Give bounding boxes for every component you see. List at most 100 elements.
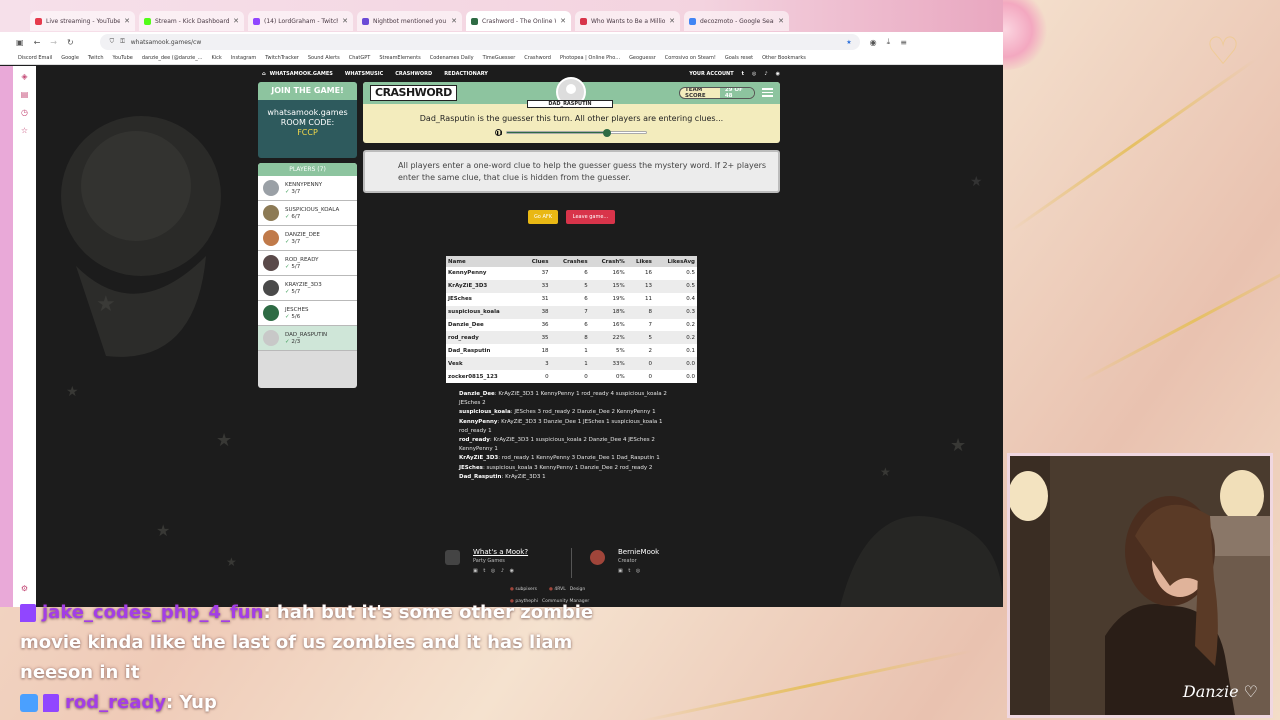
player-name: DANZIE_DEE (285, 231, 320, 238)
bookmark-item[interactable]: Corrosivo on Steam! (665, 55, 716, 61)
join-title: JOIN THE GAME! (258, 82, 357, 100)
social-icons[interactable]: ▣ t ◎ ♪ ◉ (473, 568, 516, 574)
bookmark-item[interactable]: Other Bookmarks (762, 55, 806, 61)
site-nav-link[interactable]: CRASHWORD (395, 71, 432, 77)
browser-tab[interactable]: Stream - Kick Dashboard ✕ (139, 11, 244, 31)
site-nav-link[interactable]: WHATSMUSIC (345, 71, 383, 77)
bookmark-item[interactable]: StreamElements (379, 55, 420, 61)
bookmark-item[interactable]: Kick (211, 55, 221, 61)
pause-icon[interactable]: ❚❚ (495, 128, 503, 136)
player-name: KENNYPENNY (285, 181, 323, 188)
browser-tab[interactable]: decozmoto - Google Search ✕ (684, 11, 789, 31)
bookmarks-icon[interactable]: ☆ (21, 126, 28, 135)
browser-tab[interactable]: (14) LordGraham - Twitch ✕ (248, 11, 353, 31)
creator-social-icons[interactable]: ▣ t ◎ (618, 568, 642, 574)
team-score-badge: TEAM SCORE 29 OF 48 (679, 87, 755, 99)
download-icon[interactable]: ⤓ (887, 37, 891, 47)
stats-row: Danzie_Dee 36 6 16% 7 0.2 (446, 319, 697, 332)
browser-tab[interactable]: Nightbot mentioned you ✕ (357, 11, 462, 31)
site-nav-link[interactable]: WHATSAMOOK.GAMES (270, 71, 333, 77)
address-bar[interactable]: ⛉ ⚿ whatsamook.games/cw ★ (99, 34, 860, 50)
stats-row: Vesk 3 1 33% 0 0.0 (446, 357, 697, 371)
bookmark-item[interactable]: ChatGPT (349, 55, 371, 61)
clue-like-line: Danzie_Dee: KrAyZiE_3D3 1 KennyPenny 1 r… (459, 390, 689, 408)
bookmark-item[interactable]: YouTube (113, 55, 133, 61)
bookmark-item[interactable]: Twitch (88, 55, 104, 61)
browser-sidebar: ◈ ▤ ◷ ☆ ⚙ (13, 66, 36, 607)
player-score-value: 6/7 (291, 213, 301, 220)
tab-close-icon[interactable]: ✕ (451, 17, 457, 25)
credit-name: subpixers (515, 587, 538, 592)
bookmark-item[interactable]: Codenames Daily (430, 55, 474, 61)
clue-like-line: KennyPenny: KrAyZiE_3D3 3 Danzie_Dee 1 J… (459, 418, 689, 436)
stats-cell: 0.0 (686, 373, 695, 380)
tab-close-icon[interactable]: ✕ (560, 17, 566, 25)
tab-close-icon[interactable]: ✕ (233, 17, 239, 25)
stats-cell: 16% (612, 270, 625, 277)
stats-column-header: Clues (522, 256, 551, 267)
bookmark-item[interactable]: Crashword (524, 55, 551, 61)
extensions-icon[interactable]: ◉ (870, 38, 877, 47)
tab-label: Nightbot mentioned you (373, 17, 447, 25)
bookmark-item[interactable]: TimeGuesser (483, 55, 516, 61)
bookmark-item[interactable]: Goals reset (725, 55, 753, 61)
bookmark-item[interactable]: TwitchTracker (265, 55, 299, 61)
bookmarks-bar: Discord Email Google Twitch YouTube danzie_d… (0, 52, 1003, 65)
player-score: ✓ 5/6 (285, 314, 309, 320)
site-nav-link[interactable]: REDACTIONARY (444, 71, 488, 77)
back-icon[interactable]: ← (34, 38, 41, 47)
bookmark-item[interactable]: Geoguessr (629, 55, 656, 61)
instagram-icon[interactable]: ◎ (752, 71, 756, 77)
heart-decoration: ♡ (1206, 29, 1241, 73)
bookmark-item[interactable]: Photopea | Online Pho... (560, 55, 620, 61)
forward-icon[interactable]: → (50, 38, 57, 47)
sidebar-toggle-icon[interactable]: ▣ (16, 38, 24, 47)
tab-close-icon[interactable]: ✕ (124, 17, 130, 25)
hamburger-menu-icon[interactable] (762, 88, 773, 98)
creator-avatar (590, 550, 605, 565)
tab-close-icon[interactable]: ✕ (778, 17, 784, 25)
go-afk-button[interactable]: Go AFK (528, 210, 558, 224)
svg-text:★: ★ (226, 555, 237, 569)
stats-cell: 8 (550, 331, 590, 345)
stats-cell: 6 (584, 322, 588, 328)
library-icon[interactable]: ▤ (21, 90, 29, 99)
stats-cell: Danzie_Dee (448, 322, 484, 328)
reload-icon[interactable]: ↻ (67, 38, 74, 47)
bookmark-item[interactable]: danzie_dee (@danzie_... (142, 55, 203, 61)
whats-a-mook-link[interactable]: What's a Mook? (473, 548, 528, 556)
twitter-icon[interactable]: t (742, 71, 744, 77)
stats-cell: 15% (589, 279, 627, 293)
bookmark-item[interactable]: Sound Alerts (308, 55, 340, 61)
player-score-value: 3/7 (291, 188, 301, 195)
tab-close-icon[interactable]: ✕ (669, 17, 675, 25)
tab-close-icon[interactable]: ✕ (342, 17, 348, 25)
creator-role: Creator (618, 558, 637, 564)
browser-tab[interactable]: Crashword - The Online Word ✕ (466, 11, 571, 31)
menu-icon[interactable]: ≡ (900, 38, 907, 47)
browser-tab[interactable]: Who Wants to Be a Million ✕ (575, 11, 680, 31)
pocket-icon[interactable]: ◈ (21, 72, 27, 81)
bookmark-item[interactable]: Discord Email (18, 55, 52, 61)
clue-player-name: JESches (459, 464, 483, 471)
lock-icon: ⚿ (120, 38, 125, 45)
tab-favicon-icon (471, 17, 478, 25)
discord-icon[interactable]: ◉ (776, 71, 780, 77)
bookmark-star-icon[interactable]: ★ (846, 39, 851, 46)
tiktok-icon[interactable]: ♪ (764, 71, 767, 77)
clue-like-text: : suspicious_koala 3 KennyPenny 1 Danzie… (482, 464, 653, 471)
stats-cell: 0 (545, 373, 549, 380)
bookmark-item[interactable]: Instagram (231, 55, 256, 61)
whats-a-mook-footer: What's a Mook? Party Games ▣ t ◎ ♪ ◉ (445, 548, 575, 578)
your-account-link[interactable]: YOUR ACCOUNT (689, 71, 733, 77)
leave-game-button[interactable]: Leave game... (566, 210, 615, 224)
instructions-box: All players enter a one-word clue to hel… (363, 150, 780, 193)
browser-tab[interactable]: Live streaming - YouTube Studi✕ (30, 11, 135, 31)
svg-text:★: ★ (156, 521, 170, 540)
player-avatar (263, 205, 279, 221)
party-games-label: Party Games (473, 558, 505, 564)
history-icon[interactable]: ◷ (21, 108, 28, 117)
credit-item: ● 4RVL Design (549, 587, 585, 592)
bookmark-item[interactable]: Google (61, 55, 79, 61)
settings-icon[interactable]: ⚙ (21, 584, 28, 593)
